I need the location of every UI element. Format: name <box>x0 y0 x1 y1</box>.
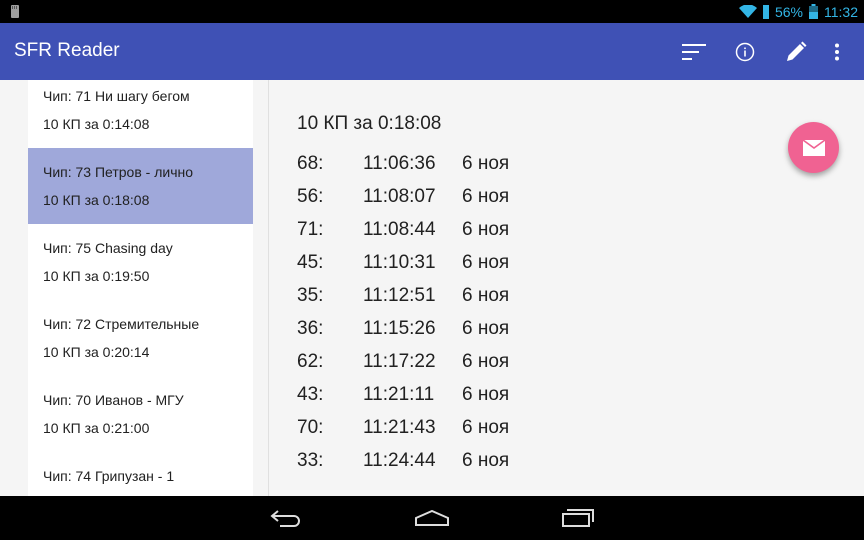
punch-cp: 56: <box>297 186 324 207</box>
punch-date: 6 ноя <box>462 351 510 372</box>
punch-time: 11:06:36 <box>363 153 436 174</box>
chip-list[interactable]: Чип: 71 Ни шагу бегом 10 КП за 0:14:08 Ч… <box>28 80 253 496</box>
detail-summary: 10 КП за 0:18:08 <box>297 113 442 134</box>
list-item-title: Чип: 70 Иванов - МГУ <box>43 392 184 408</box>
sort-icon[interactable] <box>678 35 712 69</box>
send-mail-button[interactable] <box>788 122 839 173</box>
punch-time: 11:24:44 <box>363 450 436 471</box>
punch-date: 6 ноя <box>462 285 510 306</box>
punch-cp: 71: <box>297 219 324 240</box>
punch-cp: 62: <box>297 351 324 372</box>
punch-cp: 45: <box>297 252 324 273</box>
punch-time: 11:08:44 <box>363 219 436 240</box>
punch-cp: 33: <box>297 450 324 471</box>
chip-list-panel[interactable]: Чип: 71 Ни шагу бегом 10 КП за 0:14:08 Ч… <box>0 80 269 496</box>
list-item-subtitle: 10 КП за 0:21:00 <box>43 420 150 436</box>
punch-time: 11:08:07 <box>363 186 436 207</box>
info-icon[interactable] <box>728 35 762 69</box>
punch-time: 11:10:31 <box>363 252 436 273</box>
list-item[interactable]: Чип: 72 Стремительные 10 КП за 0:20:14 <box>28 300 253 376</box>
list-item[interactable]: Чип: 70 Иванов - МГУ 10 КП за 0:21:00 <box>28 376 253 452</box>
mail-icon <box>802 139 825 156</box>
punch-date: 6 ноя <box>462 153 510 174</box>
home-icon[interactable] <box>412 504 452 532</box>
punch-time: 11:21:11 <box>363 384 435 405</box>
overflow-menu-icon[interactable] <box>820 35 854 69</box>
detail-panel: 10 КП за 0:18:08 68: 11:06:36 6 ноя 56: … <box>269 80 864 496</box>
list-item[interactable]: Чип: 75 Chasing day 10 КП за 0:19:50 <box>28 224 253 300</box>
punch-cp: 43: <box>297 384 324 405</box>
list-item-subtitle: 10 КП за 0:14:08 <box>43 116 150 132</box>
signal-icon <box>762 4 769 19</box>
list-item-title: Чип: 71 Ни шагу бегом <box>43 88 190 104</box>
list-item-subtitle: 10 КП за 0:19:50 <box>43 268 150 284</box>
punch-date: 6 ноя <box>462 384 510 405</box>
punch-cp: 70: <box>297 417 324 438</box>
battery-percent: 56% <box>774 3 803 20</box>
list-item-title: Чип: 73 Петров - лично <box>43 164 194 180</box>
edit-icon[interactable] <box>779 35 813 69</box>
list-item[interactable]: Чип: 74 Грипузан - 1 <box>28 452 253 496</box>
list-item-title: Чип: 72 Стремительные <box>43 316 200 332</box>
punch-time: 11:17:22 <box>363 351 436 372</box>
list-item-selected[interactable]: Чип: 73 Петров - лично 10 КП за 0:18:08 <box>28 148 253 224</box>
navigation-bar <box>0 496 864 540</box>
app-bar: SFR Reader <box>0 23 864 80</box>
punch-date: 6 ноя <box>462 318 510 339</box>
punch-cp: 68: <box>297 153 324 174</box>
punch-date: 6 ноя <box>462 219 510 240</box>
list-item-subtitle: 10 КП за 0:18:08 <box>43 192 150 208</box>
punch-date: 6 ноя <box>462 186 510 207</box>
list-item-subtitle: 10 КП за 0:20:14 <box>43 344 150 360</box>
clock: 11:32 <box>824 3 858 20</box>
punch-date: 6 ноя <box>462 417 510 438</box>
app-title: SFR Reader <box>14 40 120 61</box>
punch-time: 11:21:43 <box>363 417 436 438</box>
battery-icon <box>809 4 818 19</box>
recents-icon[interactable] <box>558 504 598 532</box>
punch-cp: 35: <box>297 285 324 306</box>
list-item[interactable]: Чип: 71 Ни шагу бегом 10 КП за 0:14:08 <box>28 80 253 148</box>
punch-date: 6 ноя <box>462 450 510 471</box>
punch-date: 6 ноя <box>462 252 510 273</box>
punch-cp: 36: <box>297 318 324 339</box>
back-icon[interactable] <box>266 504 306 532</box>
sd-card-icon <box>11 5 19 18</box>
wifi-icon <box>738 4 757 18</box>
punch-time: 11:15:26 <box>363 318 436 339</box>
status-bar: 56% 11:32 <box>0 0 864 23</box>
list-item-title: Чип: 75 Chasing day <box>43 240 173 256</box>
punch-time: 11:12:51 <box>363 285 436 306</box>
list-item-title: Чип: 74 Грипузан - 1 <box>43 468 175 484</box>
